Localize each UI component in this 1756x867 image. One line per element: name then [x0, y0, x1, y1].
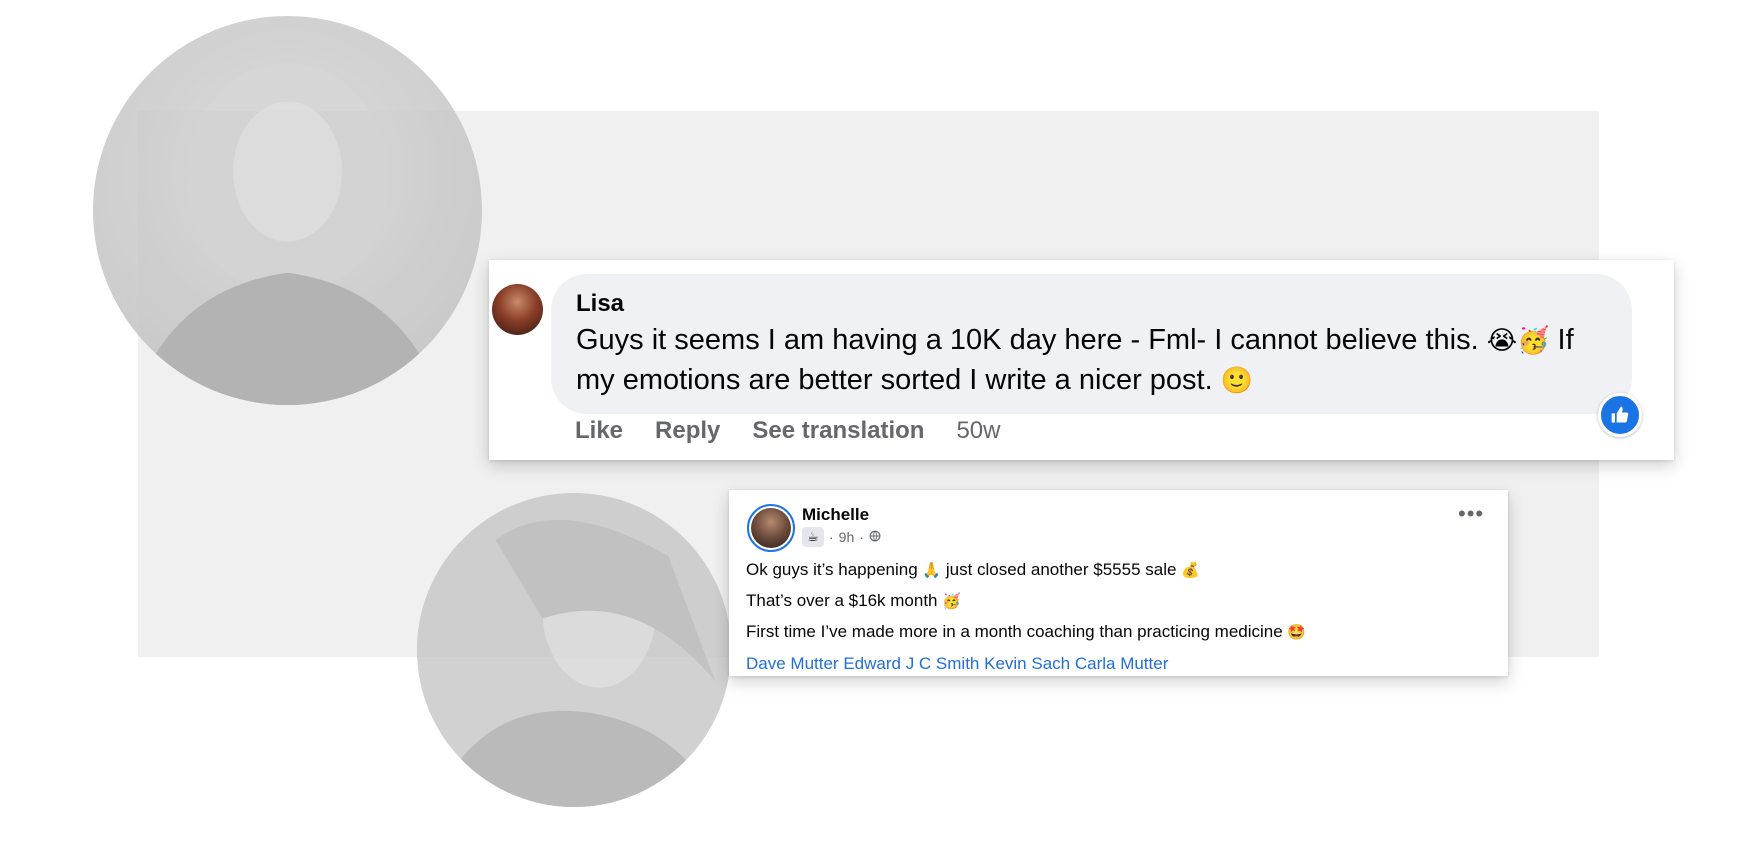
comment-text-line1-end: If	[1549, 324, 1574, 356]
thumbs-up-icon[interactable]	[1598, 393, 1642, 437]
praying-hands-emoji-icon: 🙏	[922, 561, 942, 579]
comment-text-line2: my emotions are better sorted I write a …	[576, 364, 1221, 396]
more-options-icon[interactable]: •••	[1458, 503, 1484, 525]
post-line-text: That’s over a $16k month	[746, 591, 943, 610]
post-line-text: First time I’ve made more in a month coa…	[746, 622, 1288, 641]
tag-link[interactable]: Kevin Sach	[984, 654, 1070, 673]
post-line: That’s over a $16k month 🥳	[746, 591, 961, 611]
meta-separator: ·	[859, 529, 864, 545]
post-line-text: Ok guys it’s happening	[746, 560, 923, 579]
tag-link[interactable]: Edward J C Smith	[843, 654, 979, 673]
avatar[interactable]	[492, 284, 543, 335]
post-line: Ok guys it’s happening 🙏 just closed ano…	[746, 560, 1200, 580]
see-translation-button[interactable]: See translation	[752, 417, 924, 445]
smile-emoji-icon: 🙂	[1220, 366, 1254, 396]
globe-icon	[869, 529, 881, 545]
portrait-photo-woman-2	[417, 493, 731, 807]
coffee-cup-icon: ☕	[802, 527, 824, 547]
comment-text-line1: Guys it seems I am having a 10K day here…	[576, 324, 1487, 356]
comment-author[interactable]: Lisa	[576, 290, 624, 318]
comment-text: Guys it seems I am having a 10K day here…	[576, 321, 1606, 401]
post-author[interactable]: Michelle	[802, 505, 869, 525]
post-meta: ☕ · 9h ·	[802, 527, 881, 547]
comment-actions: Like Reply See translation 50w	[575, 417, 1000, 445]
post-card: Michelle ☕ · 9h · ••• Ok guys it’s happe…	[729, 490, 1508, 676]
post-time[interactable]: 9h	[839, 529, 855, 545]
tag-link[interactable]: Carla Mutter	[1075, 654, 1169, 673]
party-face-emoji-icon: 🥳	[942, 592, 961, 610]
reply-button[interactable]: Reply	[655, 417, 720, 445]
comment-bubble: Lisa Guys it seems I am having a 10K day…	[551, 274, 1632, 414]
post-line: First time I’ve made more in a month coa…	[746, 622, 1306, 642]
meta-separator: ·	[829, 529, 834, 545]
portrait-photo-woman	[93, 16, 482, 405]
avatar[interactable]	[747, 504, 795, 552]
crying-party-emoji-icon: 😭🥳	[1486, 326, 1550, 356]
tag-link[interactable]: Dave Mutter	[746, 654, 839, 673]
comment-card: Lisa Guys it seems I am having a 10K day…	[489, 260, 1674, 460]
money-bag-emoji-icon: 💰	[1181, 561, 1200, 579]
tagged-people: Dave Mutter Edward J C Smith Kevin Sach …	[746, 654, 1168, 674]
comment-timestamp[interactable]: 50w	[956, 417, 1000, 445]
post-line-text: just closed another $5555 sale	[941, 560, 1182, 579]
like-button[interactable]: Like	[575, 417, 623, 445]
star-struck-emoji-icon: 🤩	[1287, 623, 1307, 641]
